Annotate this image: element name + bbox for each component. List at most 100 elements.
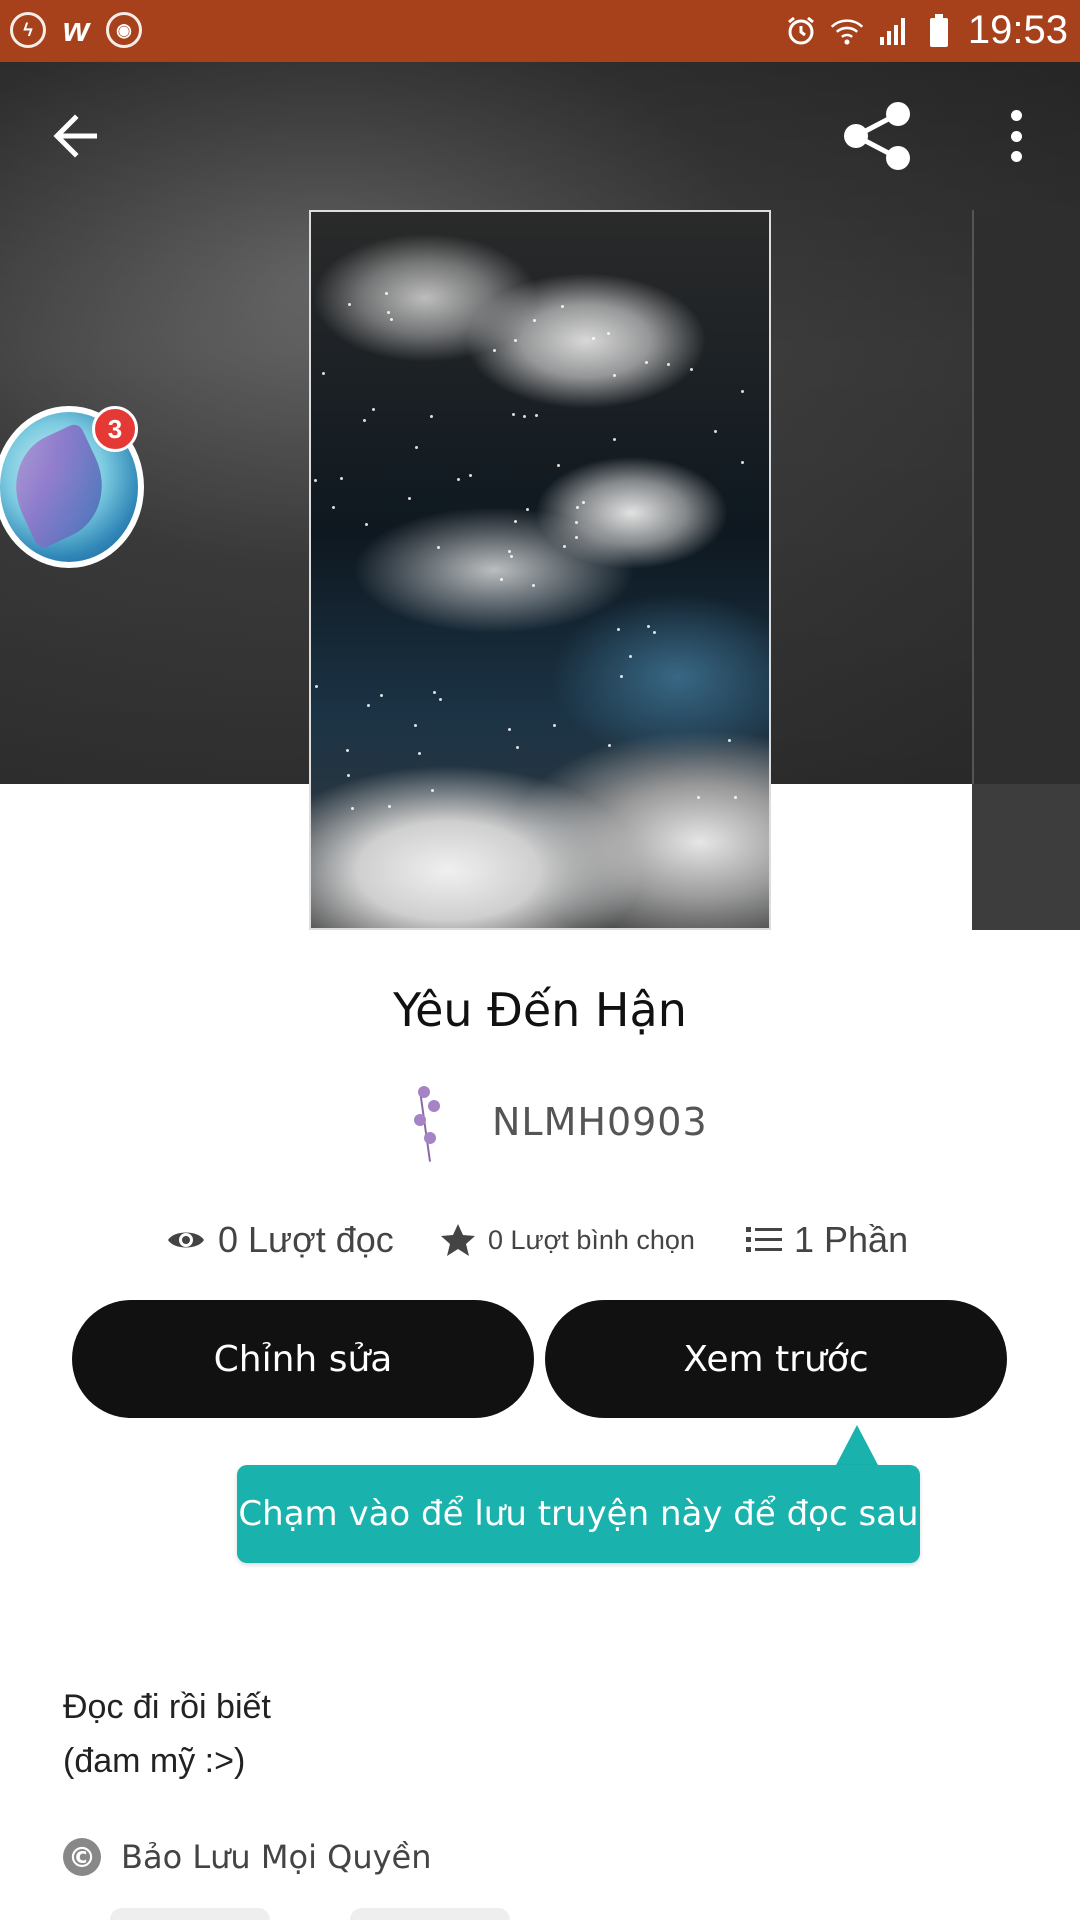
tag-chip[interactable] xyxy=(110,1908,270,1920)
cover-star xyxy=(697,795,701,799)
cover-star xyxy=(652,631,656,635)
votes-count: 0 Lượt bình chọn xyxy=(488,1224,695,1255)
cover-star xyxy=(576,505,580,509)
story-cover-image[interactable] xyxy=(309,210,771,930)
cover-star xyxy=(511,412,515,416)
copyright-label: Bảo Lưu Mọi Quyền xyxy=(121,1838,432,1876)
cover-star xyxy=(492,348,496,352)
more-options-button[interactable] xyxy=(996,110,1036,162)
reads-count: 0 Lượt đọc xyxy=(218,1219,394,1260)
cover-star xyxy=(362,418,366,422)
cover-star xyxy=(347,302,351,306)
description-line-1: Đọc đi rồi biết xyxy=(63,1688,271,1726)
author-row[interactable]: NLMH0903 xyxy=(400,1082,708,1162)
more-vertical-icon xyxy=(1010,110,1022,121)
system-icons: 19:53 xyxy=(784,8,1068,53)
description-line-2: (đam mỹ :>) xyxy=(63,1742,246,1780)
arrow-left-icon xyxy=(53,114,97,158)
notification-badge: 3 xyxy=(92,406,138,452)
cover-star xyxy=(560,304,564,308)
cover-star xyxy=(733,796,737,800)
cover-star xyxy=(526,507,530,511)
cover-star xyxy=(613,438,617,442)
cover-star xyxy=(387,804,391,808)
cover-star xyxy=(380,693,384,697)
cover-star xyxy=(385,292,389,296)
parts-count: 1 Phần xyxy=(794,1219,909,1260)
wattpad-icon: w xyxy=(62,10,90,49)
cover-star xyxy=(647,624,651,628)
next-story-cover-lower xyxy=(972,784,1080,930)
cover-star xyxy=(608,744,612,748)
share-button[interactable] xyxy=(842,100,914,172)
signal-icon xyxy=(876,14,910,48)
parts-stat[interactable]: 1 Phần xyxy=(746,1210,908,1270)
cover-star xyxy=(516,745,520,749)
cover-star xyxy=(740,460,744,464)
cover-star xyxy=(629,654,633,658)
preview-button[interactable]: Xem trước xyxy=(545,1300,1007,1418)
cover-star xyxy=(429,415,433,419)
cover-star xyxy=(552,723,556,727)
cover-star xyxy=(728,739,732,743)
story-title: Yêu Đến Hận xyxy=(393,983,687,1037)
wifi-icon xyxy=(830,14,864,48)
back-button[interactable] xyxy=(40,106,110,166)
cover-star xyxy=(508,549,512,553)
copyright-row: © Bảo Lưu Mọi Quyền xyxy=(63,1838,432,1876)
floating-chat-bubble[interactable]: 3 xyxy=(0,406,144,568)
cover-star xyxy=(531,583,535,587)
edit-button[interactable]: Chỉnh sửa xyxy=(72,1300,534,1418)
cover-star xyxy=(332,506,336,510)
cover-star xyxy=(575,535,579,539)
status-bar: ϟ w ◉ 19:53 xyxy=(0,0,1080,62)
cover-star xyxy=(367,704,371,708)
cover-star xyxy=(365,522,369,526)
chrome-icon: ◉ xyxy=(106,12,142,48)
cover-star xyxy=(372,408,376,412)
cover-star xyxy=(499,578,503,582)
battery-icon xyxy=(922,13,956,48)
cover-star xyxy=(351,807,355,811)
story-description: Đọc đi rồi biết (đam mỹ :>) xyxy=(63,1680,271,1788)
star-icon xyxy=(441,1224,475,1256)
cover-star xyxy=(533,319,537,323)
cover-star xyxy=(418,751,422,755)
eye-icon xyxy=(168,1232,204,1248)
cover-star xyxy=(314,479,318,483)
cover-star xyxy=(666,363,670,367)
cover-star xyxy=(645,360,649,364)
cover-star xyxy=(407,496,411,500)
cover-star xyxy=(314,685,318,689)
cover-star xyxy=(321,372,325,376)
cover-star xyxy=(613,374,617,378)
cover-star xyxy=(436,545,440,549)
cover-star xyxy=(508,727,512,731)
votes-stat: 0 Lượt bình chọn xyxy=(440,1210,695,1270)
cover-star xyxy=(535,414,539,418)
notification-icons: ϟ w ◉ xyxy=(10,10,142,49)
author-avatar[interactable] xyxy=(400,1082,452,1162)
cover-star xyxy=(432,690,436,694)
cover-star xyxy=(414,723,418,727)
share-icon xyxy=(844,102,910,170)
messenger-icon: ϟ xyxy=(10,12,46,48)
cover-star xyxy=(513,338,517,342)
save-for-later-tooltip[interactable]: Chạm vào để lưu truyện này để đọc sau xyxy=(237,1465,920,1563)
cover-star xyxy=(346,773,350,777)
tag-chip[interactable] xyxy=(350,1908,510,1920)
cover-star xyxy=(619,675,623,679)
cover-star xyxy=(591,336,595,340)
cover-star xyxy=(741,390,745,394)
cover-star xyxy=(617,628,621,632)
cover-star xyxy=(510,555,514,559)
cover-star xyxy=(346,749,350,752)
cover-star xyxy=(414,445,418,449)
cover-star xyxy=(469,474,473,478)
author-name[interactable]: NLMH0903 xyxy=(492,1100,708,1144)
cover-star xyxy=(339,476,343,480)
reads-stat: 0 Lượt đọc xyxy=(166,1210,394,1270)
cover-star xyxy=(390,318,394,322)
cover-star xyxy=(522,414,526,418)
cover-star xyxy=(386,311,390,315)
